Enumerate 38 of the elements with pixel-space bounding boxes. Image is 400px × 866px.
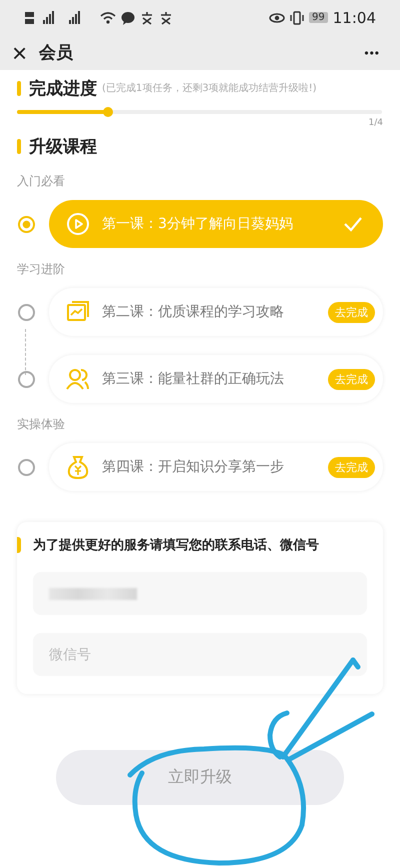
play-icon bbox=[66, 212, 90, 236]
battery-level: 99 bbox=[309, 12, 328, 23]
page-title: 会员 bbox=[39, 42, 74, 64]
app-icon bbox=[159, 10, 173, 24]
people-icon bbox=[66, 367, 90, 391]
group-label: 学习进阶 bbox=[17, 261, 66, 278]
lesson-title: 第二课：优质课程的学习攻略 bbox=[102, 303, 285, 321]
check-icon bbox=[343, 216, 363, 232]
vibrate-icon bbox=[290, 10, 304, 24]
lesson-title: 第四课：开启知识分享第一步 bbox=[102, 458, 285, 476]
lesson-title: 第一课：3分钟了解向日葵妈妈 bbox=[102, 215, 294, 233]
lesson-title: 第三课：能量社群的正确玩法 bbox=[102, 370, 285, 388]
money-bag-icon bbox=[66, 455, 90, 479]
chat-icon bbox=[121, 10, 135, 24]
close-button[interactable]: × bbox=[8, 40, 32, 66]
progress-count: 1/4 bbox=[368, 118, 383, 130]
lesson-item[interactable]: 第二课：优质课程的学习攻略 去完成 bbox=[49, 288, 383, 336]
more-button[interactable]: ••• bbox=[358, 44, 386, 60]
heading-marker bbox=[17, 537, 21, 553]
group-label: 实操体验 bbox=[17, 416, 66, 433]
group-label: 入门必看 bbox=[17, 173, 66, 190]
contact-prompt: 为了提供更好的服务请填写您的联系电话、微信号 bbox=[33, 536, 319, 554]
progress-knob bbox=[103, 107, 114, 117]
wifi-icon bbox=[100, 10, 116, 24]
chart-icon bbox=[66, 300, 90, 324]
section-title: 完成进度 bbox=[29, 78, 97, 100]
progress-note: (已完成1项任务，还剩3项就能成功结营升级啦!) bbox=[102, 82, 317, 95]
section-title: 升级课程 bbox=[29, 136, 97, 158]
app-icon bbox=[140, 10, 154, 24]
lesson-item[interactable]: 第四课：开启知识分享第一步 去完成 bbox=[49, 443, 383, 491]
lesson-item[interactable]: 第三课：能量社群的正确玩法 去完成 bbox=[49, 355, 383, 403]
heading-marker bbox=[17, 138, 21, 154]
wechat-field[interactable]: 微信号 bbox=[33, 633, 367, 676]
phone-field[interactable] bbox=[33, 572, 367, 615]
eye-icon bbox=[269, 12, 286, 24]
dashed-connector bbox=[25, 329, 26, 375]
heading-marker bbox=[17, 80, 21, 96]
status-time: 11:04 bbox=[332, 8, 376, 26]
